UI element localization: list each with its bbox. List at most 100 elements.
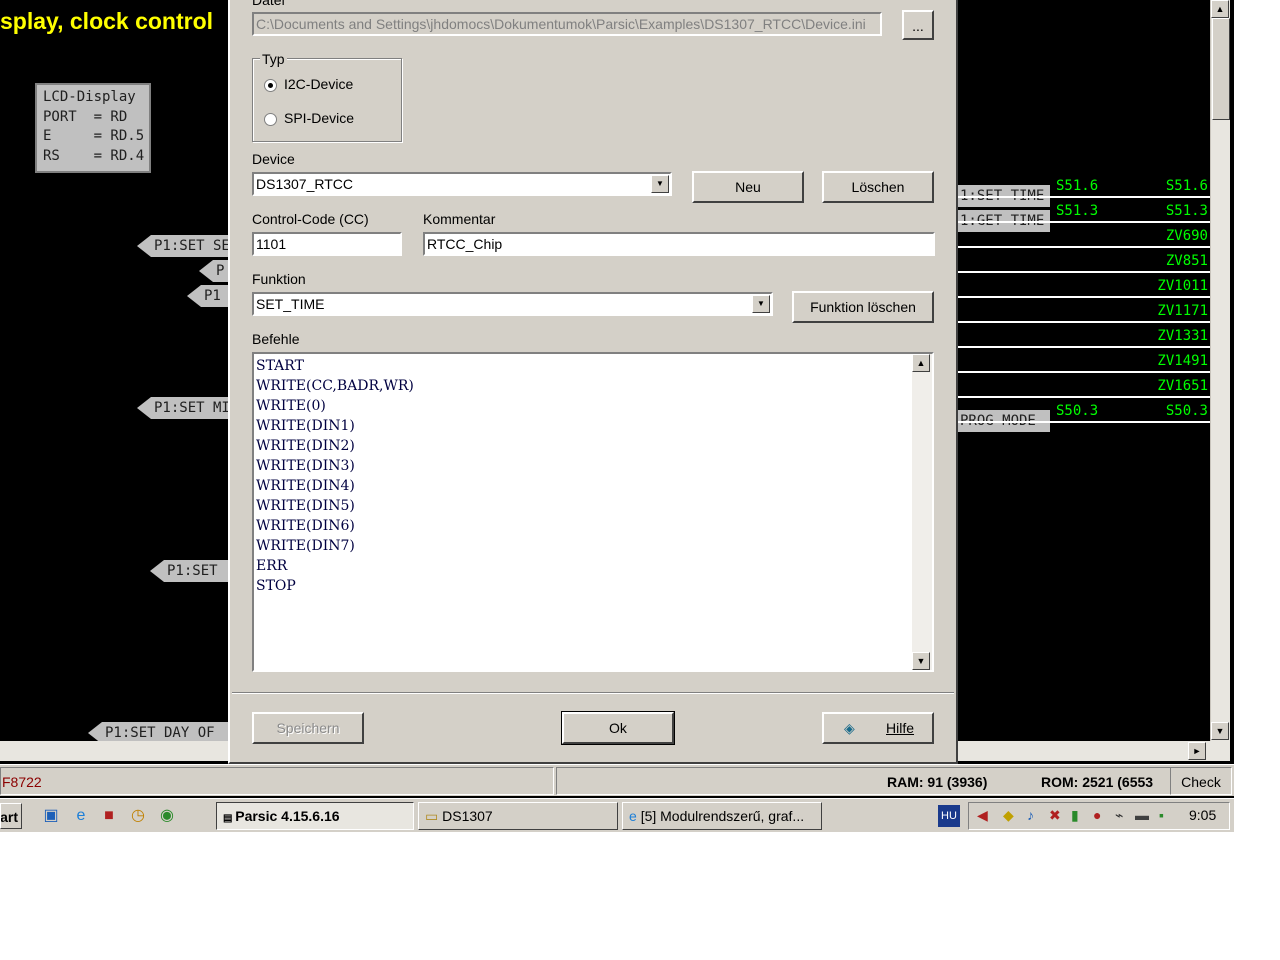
clock[interactable]: 9:05 <box>1189 807 1216 823</box>
show-desktop-icon[interactable]: ▣ <box>40 805 62 827</box>
lan-icon[interactable]: ▪ <box>1159 807 1164 823</box>
scroll-down-icon[interactable]: ▼ <box>912 652 930 670</box>
clock-app-icon[interactable]: ◷ <box>127 805 149 827</box>
new-button[interactable]: Neu <box>692 171 804 203</box>
usb-icon[interactable]: ⌁ <box>1115 807 1123 824</box>
signal-icon[interactable]: ▮ <box>1071 807 1079 824</box>
spi-label[interactable]: SPI-Device <box>284 110 354 126</box>
net-label: S51.3 <box>1165 203 1208 219</box>
net-label: ZV1011 <box>1157 278 1208 294</box>
function-label: Funktion <box>252 271 306 287</box>
net-wire <box>958 421 1210 423</box>
scroll-up-icon[interactable]: ▲ <box>912 354 930 372</box>
chevron-down-icon[interactable]: ▼ <box>651 175 669 193</box>
help-label: Hilfe <box>886 720 915 736</box>
net-label: ZV1331 <box>1157 328 1208 344</box>
command-line: WRITE(DIN5) <box>256 498 355 514</box>
browse-button[interactable]: ... <box>902 10 934 40</box>
net-wire <box>958 196 1210 198</box>
status-check[interactable]: Check <box>1170 767 1232 795</box>
commands-text: START WRITE(CC,BADR,WR) WRITE(0) WRITE(D… <box>256 356 414 596</box>
tray-app-icon[interactable]: ◆ <box>1003 807 1014 824</box>
volume-icon[interactable]: ◀ <box>977 807 988 824</box>
signal-connector[interactable]: P1:SET MI <box>137 397 237 419</box>
net-label: S51.6 <box>1165 178 1208 194</box>
command-line: WRITE(DIN4) <box>256 478 355 494</box>
lcd-display-block[interactable]: LCD-Display PORT = RD E = RD.5 RS = RD.4 <box>35 83 151 173</box>
type-group-label: Typ <box>260 51 287 67</box>
scroll-right-icon[interactable]: ► <box>1188 742 1206 760</box>
function-value: SET_TIME <box>256 296 325 312</box>
vertical-scrollbar[interactable]: ▲ ▼ <box>1210 0 1230 741</box>
language-indicator[interactable]: HU <box>938 805 960 827</box>
spi-radio[interactable] <box>264 113 277 126</box>
net-wire <box>958 321 1210 323</box>
commands-scrollbar[interactable]: ▲ ▼ <box>912 354 932 670</box>
desktop-screen: splay, clock control LCD-Display PORT = … <box>0 0 1234 832</box>
chrome-icon[interactable]: ◉ <box>156 805 178 827</box>
type-groupbox <box>252 58 402 142</box>
net-wire <box>958 371 1210 373</box>
net-label: ZV690 <box>1165 228 1208 244</box>
start-button[interactable]: art <box>0 803 22 829</box>
network-warning-icon[interactable]: ✖ <box>1049 807 1061 824</box>
lcd-line: RS = RD.4 <box>43 147 145 164</box>
save-button[interactable]: Speichern <box>252 712 364 744</box>
comment-field[interactable]: RTCC_Chip <box>423 232 935 256</box>
taskbar: art ▣ e ■ ◷ ◉ ▤ Parsic 4.15.6.16 ▭ DS130… <box>0 798 1234 832</box>
internet-explorer-icon[interactable]: e <box>70 805 92 827</box>
comment-label: Kommentar <box>423 211 496 227</box>
task-parsic[interactable]: ▤ Parsic 4.15.6.16 <box>216 802 414 830</box>
commands-editor[interactable]: START WRITE(CC,BADR,WR) WRITE(0) WRITE(D… <box>252 352 934 672</box>
status-bar: F8722 RAM: 91 (3936) ROM: 2521 (6553 Che… <box>0 764 1234 796</box>
media-icon[interactable]: ■ <box>98 805 120 827</box>
i2c-label[interactable]: I2C-Device <box>284 76 353 92</box>
lcd-line: E = RD.5 <box>43 128 145 144</box>
net-label: ZV1651 <box>1157 378 1208 394</box>
device-select[interactable]: DS1307_RTCC ▼ <box>252 172 672 196</box>
lcd-line: LCD-Display <box>43 89 136 105</box>
signal-connector[interactable]: P1:SET SE <box>137 235 237 257</box>
scroll-down-icon[interactable]: ▼ <box>1211 722 1229 740</box>
delete-button[interactable]: Löschen <box>822 171 934 203</box>
command-line: STOP <box>256 578 296 594</box>
status-address: F8722 <box>0 767 554 795</box>
net-wire <box>958 271 1210 273</box>
task-label: Parsic 4.15.6.16 <box>235 808 340 824</box>
display-icon[interactable]: ▬ <box>1135 807 1149 823</box>
security-icon[interactable]: ● <box>1093 807 1101 823</box>
command-line: START <box>256 358 304 374</box>
task-label: DS1307 <box>442 808 493 824</box>
status-rom: ROM: 2521 (6553 <box>1041 774 1154 790</box>
task-folder[interactable]: ▭ DS1307 <box>418 802 618 830</box>
file-path-field[interactable]: C:\Documents and Settings\jhdomocs\Dokum… <box>252 12 882 36</box>
net-label: S50.3 <box>1165 403 1208 419</box>
folder-icon: ▭ <box>425 808 443 824</box>
signal-connector[interactable]: P1:SET <box>150 560 240 582</box>
schematic-heading: splay, clock control <box>0 8 214 34</box>
ok-button[interactable]: Ok <box>561 711 675 745</box>
command-line: WRITE(DIN3) <box>256 458 355 474</box>
control-code-field[interactable]: 1101 <box>252 232 402 256</box>
control-code-label: Control-Code (CC) <box>252 211 369 227</box>
chevron-down-icon[interactable]: ▼ <box>752 295 770 313</box>
task-browser[interactable]: e [5] Modulrendszerű, graf... <box>622 802 822 830</box>
net-wire <box>958 396 1210 398</box>
function-select[interactable]: SET_TIME ▼ <box>252 292 773 316</box>
help-button[interactable]: ◈ Hilfe <box>822 712 934 744</box>
internet-explorer-icon: e <box>629 808 641 824</box>
i2c-radio[interactable] <box>264 79 277 92</box>
status-ram: RAM: 91 (3936) <box>887 774 988 790</box>
command-line: WRITE(CC,BADR,WR) <box>256 378 414 394</box>
scroll-up-icon[interactable]: ▲ <box>1211 0 1229 18</box>
bluetooth-icon[interactable]: ♪ <box>1027 807 1034 823</box>
net-label: ZV1171 <box>1157 303 1208 319</box>
command-line: WRITE(DIN2) <box>256 438 355 454</box>
net-label: S51.3 <box>1056 203 1099 219</box>
command-line: WRITE(DIN1) <box>256 418 355 434</box>
net-label: S50.3 <box>1056 403 1099 419</box>
command-line: WRITE(DIN6) <box>256 518 355 534</box>
scroll-thumb[interactable] <box>1212 18 1230 120</box>
net-wire <box>958 296 1210 298</box>
delete-function-button[interactable]: Funktion löschen <box>792 291 934 323</box>
